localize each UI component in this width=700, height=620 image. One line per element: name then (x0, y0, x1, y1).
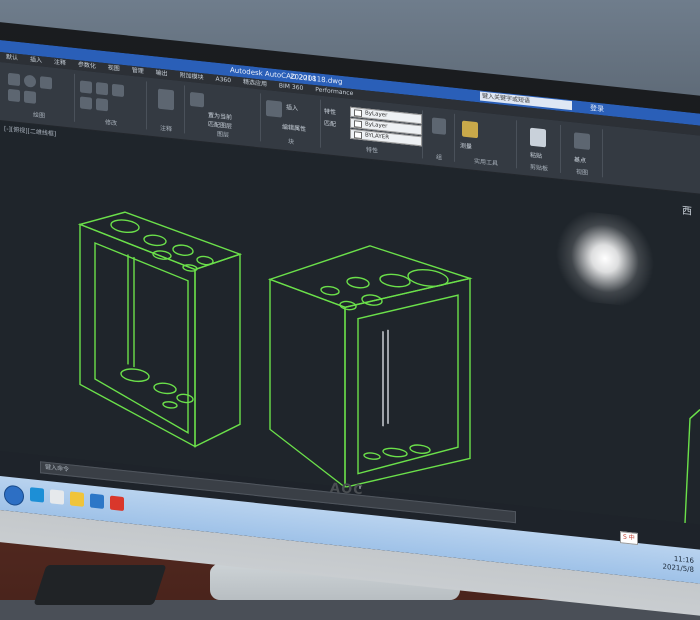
taskbar-app-icon[interactable] (90, 493, 104, 509)
layer-properties-icon[interactable] (190, 91, 204, 108)
circle-tool-icon[interactable] (24, 74, 36, 88)
tab-bim360[interactable]: BIM 360 (279, 82, 303, 92)
match-properties-label[interactable]: 匹配 (324, 118, 336, 128)
trim-tool-icon[interactable] (112, 83, 124, 98)
clock-date: 2021/5/8 (662, 562, 694, 574)
tab-addins[interactable]: 附加模块 (180, 72, 204, 82)
group-label-view: 视图 (575, 168, 588, 177)
tab-annotate[interactable]: 注释 (54, 59, 66, 67)
folder-icon[interactable] (70, 491, 84, 507)
group-block: 插入 编辑属性 块 (262, 93, 321, 148)
start-button[interactable] (4, 484, 24, 507)
copy-tool-icon[interactable] (80, 96, 92, 110)
tab-view[interactable]: 视图 (108, 64, 120, 72)
group-layers: 置为当前 匹配图层 图层 (186, 85, 261, 142)
edit-attributes-label[interactable]: 编辑属性 (282, 122, 306, 134)
base-view-icon[interactable] (574, 132, 590, 151)
tab-output[interactable]: 输出 (156, 69, 168, 77)
tab-featured-apps[interactable]: 精选应用 (243, 79, 267, 89)
paste-label[interactable]: 粘贴 (530, 150, 542, 160)
tab-insert[interactable]: 插入 (30, 56, 42, 64)
insert-block-icon[interactable] (266, 99, 282, 118)
group-label-draw: 绘图 (32, 111, 45, 120)
group-modify: 修改 (76, 73, 147, 130)
screen-glare (545, 207, 665, 310)
line-tool-icon[interactable] (8, 72, 20, 87)
box-right-drawing (267, 245, 473, 489)
measure-icon[interactable] (462, 120, 478, 139)
partial-drawing-edge (684, 409, 700, 524)
tab-manage[interactable]: 管理 (132, 67, 144, 75)
viewcube-label: 西 (682, 205, 692, 218)
tab-parametric[interactable]: 参数化 (78, 61, 96, 70)
group-clipboard: 粘贴 剪贴板 (518, 120, 561, 173)
tab-a360[interactable]: A360 (216, 76, 232, 85)
screen: Autodesk AutoCAD 2018 20220118.dwg 键入关键字… (0, 40, 700, 584)
group-label-annotation: 注释 (159, 124, 172, 134)
text-tool-icon[interactable] (158, 88, 174, 111)
group-draw: 绘图 (4, 66, 75, 122)
group-utilities: 测量 实用工具 (456, 113, 517, 169)
monitor-brand-logo: AOC (329, 480, 365, 499)
autocad-icon[interactable] (110, 495, 124, 512)
arc-tool-icon[interactable] (40, 76, 52, 90)
group-annotation: 注释 (148, 81, 185, 134)
paste-icon[interactable] (530, 127, 546, 148)
monitor: Autodesk AutoCAD 2018 20220118.dwg 键入关键字… (0, 0, 700, 620)
group-label-clipboard: 剪贴板 (529, 163, 548, 173)
insert-label[interactable]: 插入 (286, 102, 298, 112)
group-view: 基点 视图 (562, 125, 603, 178)
group-label-utilities: 实用工具 (473, 157, 498, 168)
base-label[interactable]: 基点 (574, 154, 586, 164)
group-label-block: 块 (287, 138, 294, 146)
group-properties: 特性 匹配 ByLayer ByLayer BYLAYER 特性 (322, 99, 423, 159)
group-icon[interactable] (432, 117, 446, 135)
box-left-drawing (77, 211, 243, 448)
tab-default[interactable]: 默认 (6, 54, 18, 62)
rectangle-tool-icon[interactable] (24, 90, 36, 104)
taskbar-app-icon[interactable] (50, 489, 64, 505)
measure-label[interactable]: 测量 (460, 140, 472, 150)
polyline-tool-icon[interactable] (8, 88, 20, 103)
mirror-tool-icon[interactable] (96, 98, 108, 112)
group-label-groups: 组 (435, 153, 442, 162)
move-tool-icon[interactable] (80, 80, 92, 94)
group-label-modify: 修改 (104, 119, 117, 128)
group-groups: 组 (424, 110, 455, 162)
rotate-tool-icon[interactable] (96, 82, 108, 96)
ime-indicator[interactable]: S 中 (620, 531, 638, 546)
properties-label[interactable]: 特性 (324, 106, 336, 116)
system-clock[interactable]: 11:16 2021/5/8 (663, 554, 694, 575)
taskbar-app-icon[interactable] (30, 487, 44, 503)
